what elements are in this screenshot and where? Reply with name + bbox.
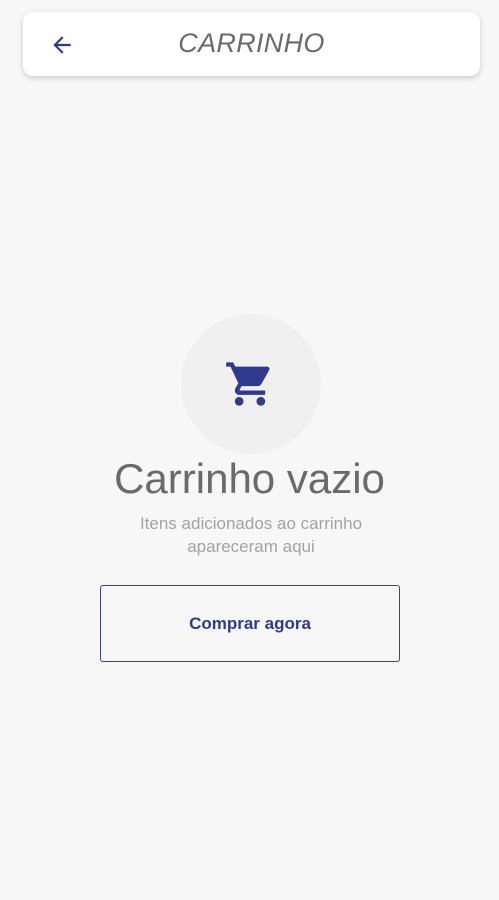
page-title: CARRINHO xyxy=(178,28,325,58)
empty-cart-subtitle: Itens adicionados ao carrinho apareceram… xyxy=(100,512,402,558)
empty-cart-illustration xyxy=(181,314,321,454)
subtitle-line-2: apareceram aqui xyxy=(187,537,315,556)
shopping-cart-icon xyxy=(226,362,270,406)
subtitle-line-1: Itens adicionados ao carrinho xyxy=(139,514,363,533)
buy-now-button[interactable]: Comprar agora xyxy=(100,585,400,662)
empty-cart-title: Carrinho vazio xyxy=(114,455,385,502)
app-header: CARRINHO xyxy=(23,12,480,76)
